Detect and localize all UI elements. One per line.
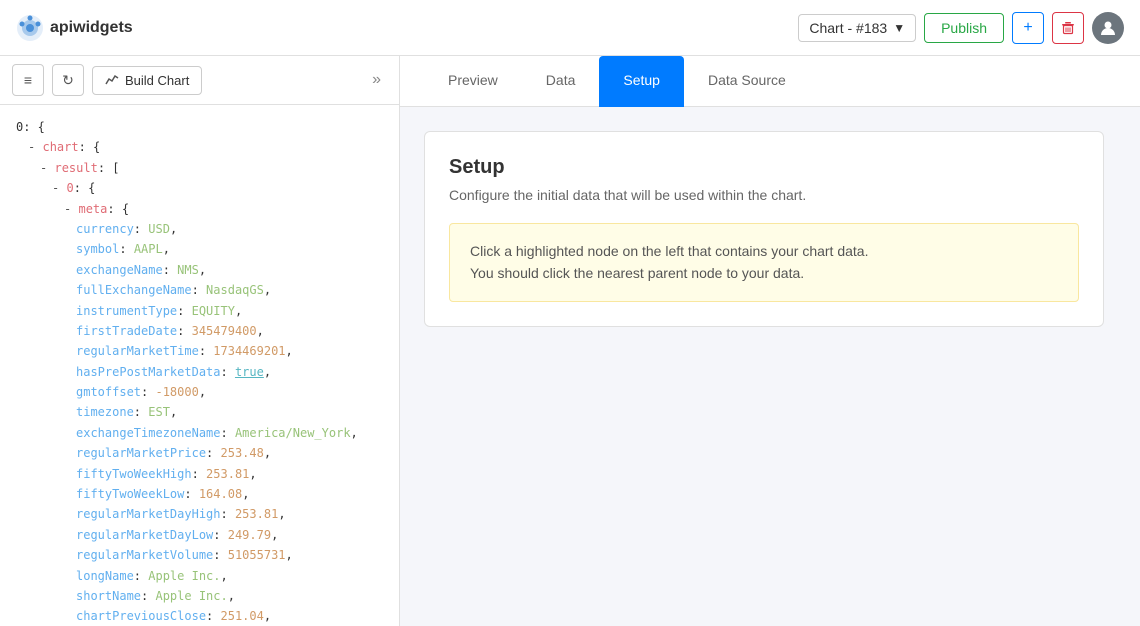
json-line: regularMarketDayHigh: 253.81, — [16, 504, 383, 524]
json-line: - chart: { — [16, 137, 383, 157]
logo: apiwidgets — [16, 14, 133, 42]
json-line: exchangeName: NMS, — [16, 260, 383, 280]
json-line: shortName: Apple Inc., — [16, 586, 383, 606]
collapse-button[interactable]: » — [366, 67, 387, 93]
info-line-1: Click a highlighted node on the left tha… — [470, 240, 1058, 262]
logo-text: apiwidgets — [50, 19, 133, 37]
tab-data-source[interactable]: Data Source — [684, 56, 810, 107]
json-line: regularMarketDayLow: 249.79, — [16, 525, 383, 545]
setup-title: Setup — [449, 156, 1079, 179]
info-line-2: You should click the nearest parent node… — [470, 262, 1058, 284]
right-panel: Preview Data Setup Data Source Setup Con… — [400, 56, 1140, 626]
logo-icon — [16, 14, 44, 42]
left-toolbar: ≡ ↻ Build Chart » — [0, 56, 399, 105]
chart-selector-label: Chart - #183 — [809, 20, 887, 36]
chart-selector[interactable]: Chart - #183 ▼ — [798, 14, 916, 42]
header-left: apiwidgets — [16, 14, 133, 42]
json-line: hasPrePostMarketData: true, — [16, 362, 383, 382]
json-line: chartPreviousClose: 251.04, — [16, 606, 383, 626]
json-line: 0: { — [16, 117, 383, 137]
json-line: exchangeTimezoneName: America/New_York, — [16, 423, 383, 443]
header-right: Chart - #183 ▼ Publish + — [798, 12, 1124, 44]
json-viewer: 0: { - chart: { - result: [ - 0: { - met… — [0, 105, 399, 626]
tab-data[interactable]: Data — [522, 56, 600, 107]
json-line: - meta: { — [16, 199, 383, 219]
json-line: longName: Apple Inc., — [16, 566, 383, 586]
trash-icon — [1061, 21, 1075, 35]
tab-setup[interactable]: Setup — [599, 56, 684, 107]
json-line: timezone: EST, — [16, 402, 383, 422]
refresh-icon: ↻ — [62, 72, 74, 89]
menu-icon: ≡ — [24, 72, 32, 88]
tab-preview[interactable]: Preview — [424, 56, 522, 107]
json-line: regularMarketVolume: 51055731, — [16, 545, 383, 565]
user-icon — [1099, 19, 1117, 37]
json-line: gmtoffset: -18000, — [16, 382, 383, 402]
tabs: Preview Data Setup Data Source — [400, 56, 1140, 107]
json-line: fullExchangeName: NasdaqGS, — [16, 280, 383, 300]
refresh-button[interactable]: ↻ — [52, 64, 84, 96]
setup-card: Setup Configure the initial data that wi… — [424, 131, 1104, 327]
add-button[interactable]: + — [1012, 12, 1044, 44]
chevron-down-icon: ▼ — [893, 21, 905, 35]
json-line: symbol: AAPL, — [16, 239, 383, 259]
json-line: fiftyTwoWeekLow: 164.08, — [16, 484, 383, 504]
content-area: Setup Configure the initial data that wi… — [400, 107, 1140, 626]
json-line: - result: [ — [16, 158, 383, 178]
json-line: currency: USD, — [16, 219, 383, 239]
json-line: firstTradeDate: 345479400, — [16, 321, 383, 341]
avatar[interactable] — [1092, 12, 1124, 44]
json-line: instrumentType: EQUITY, — [16, 301, 383, 321]
publish-button[interactable]: Publish — [924, 13, 1004, 43]
menu-button[interactable]: ≡ — [12, 64, 44, 96]
chart-icon — [105, 73, 119, 87]
json-line: fiftyTwoWeekHigh: 253.81, — [16, 464, 383, 484]
info-box: Click a highlighted node on the left tha… — [449, 223, 1079, 302]
json-line: regularMarketTime: 1734469201, — [16, 341, 383, 361]
build-chart-label: Build Chart — [125, 73, 189, 88]
delete-button[interactable] — [1052, 12, 1084, 44]
main-layout: ≡ ↻ Build Chart » 0: { - chart: { - resu… — [0, 56, 1140, 626]
json-line: - 0: { — [16, 178, 383, 198]
header: apiwidgets Chart - #183 ▼ Publish + — [0, 0, 1140, 56]
left-panel: ≡ ↻ Build Chart » 0: { - chart: { - resu… — [0, 56, 400, 626]
json-line: regularMarketPrice: 253.48, — [16, 443, 383, 463]
setup-description: Configure the initial data that will be … — [449, 187, 1079, 203]
build-chart-button[interactable]: Build Chart — [92, 66, 202, 95]
